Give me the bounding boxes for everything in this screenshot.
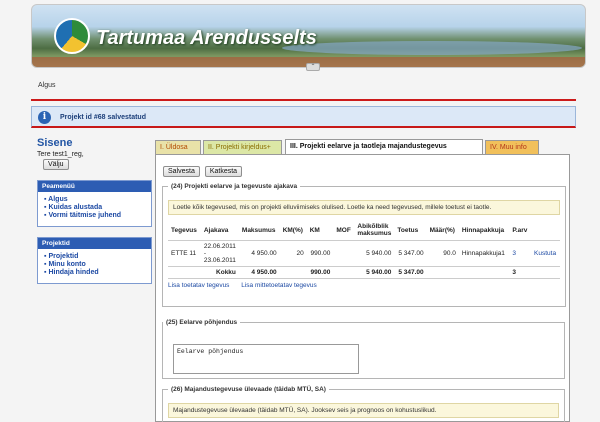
menu-item-algus[interactable]: Algus: [44, 196, 147, 204]
header-collapse-toggle[interactable]: ⌃: [306, 63, 320, 71]
col-ajakava: Ajakava: [200, 220, 239, 241]
header-banner: Tartumaa Arendusselts: [31, 4, 586, 68]
total-maksumus: 4 950.00: [238, 266, 280, 279]
col-maksumus: Maksumus: [238, 220, 280, 241]
economic-note: Majandustegevuse ülevaade (täidab MTÜ, S…: [168, 403, 559, 418]
status-message-text: Projekt id #68 salvestatud: [60, 114, 146, 121]
parv-link[interactable]: 3: [509, 241, 531, 267]
cell-ajakava: 22.06.2011 - 23.06.2011: [203, 243, 236, 264]
logo-icon: [54, 18, 90, 54]
cell-maksumus: 4 950.00: [251, 250, 277, 257]
tab-projekti-kirjeldus[interactable]: II. Projekti kirjeldus+: [203, 140, 282, 154]
col-mof: MOF: [333, 220, 355, 241]
add-supported-activity-link[interactable]: Lisa toetatav tegevus: [168, 282, 229, 289]
menu-item-kuidas-alustada[interactable]: Kuidas alustada: [44, 204, 147, 212]
main-menu-box: Peamenüü Algus Kuidas alustada Vormi täi…: [37, 180, 152, 227]
budget-table: Tegevus Ajakava Maksumus KM(%) KM MOF Ab…: [168, 220, 560, 279]
col-maar: Määr(%): [426, 220, 459, 241]
col-abikolblik: Abikõlblik maksumus: [354, 220, 395, 241]
sidebar: Sisene Tere test1_reg, Välju Peamenüü Al…: [37, 137, 152, 284]
add-unsupported-activity-link[interactable]: Lisa mittetoetatav tegevus: [241, 282, 317, 289]
economic-heading: (26) Majandustegevuse ülevaade (täidab M…: [171, 386, 326, 393]
cell-tegevus: ETTE 11: [171, 250, 197, 257]
col-tegevus: Tegevus: [168, 220, 201, 241]
menu-item-minu-konto[interactable]: Minu konto: [44, 261, 147, 269]
total-km: 990.00: [306, 266, 334, 279]
cell-mof: [333, 241, 354, 267]
col-parv: P.arv: [509, 220, 532, 241]
table-header-row: Tegevus Ajakava Maksumus KM(%) KM MOF Ab…: [168, 220, 560, 241]
tab-uldosa[interactable]: I. Üldosa: [155, 140, 201, 154]
col-toetus: Toetus: [394, 220, 427, 241]
economic-section: (26) Majandustegevuse ülevaade (täidab M…: [162, 386, 565, 422]
cell-maar: 90.0: [443, 250, 456, 257]
cell-km: 990.00: [310, 250, 331, 257]
delete-link[interactable]: Kustuta: [531, 241, 560, 267]
total-parv: 3: [509, 266, 532, 279]
cell-hinnapakkuja: Hinnapakkuja1: [461, 250, 505, 257]
justification-heading: (25) Eelarve põhjendus: [166, 319, 238, 326]
projects-menu-heading: Projektid: [38, 238, 151, 249]
col-km-pct: KM(%): [279, 220, 307, 241]
breadcrumb[interactable]: Algus: [38, 82, 56, 89]
table-row: ETTE 11 22.06.2011 - 23.06.2011 4 950.00…: [168, 241, 560, 267]
greeting-text: Tere test1_reg,: [37, 151, 84, 158]
tab-content: Salvesta Katkesta (24) Projekti eelarve …: [155, 154, 570, 422]
save-button[interactable]: Salvesta: [163, 166, 200, 177]
total-label: Kokku: [200, 266, 239, 279]
logout-button[interactable]: Välju: [43, 159, 69, 170]
total-toetus: 5 347.00: [394, 266, 427, 279]
budget-links: Lisa toetatav tegevus Lisa mittetoetatav…: [168, 282, 560, 289]
col-km: KM: [306, 220, 334, 241]
cancel-button[interactable]: Katkesta: [204, 166, 243, 177]
total-abikolblik: 5 940.00: [354, 266, 395, 279]
form-actions: Salvesta Katkesta: [163, 166, 245, 177]
info-icon: i: [38, 111, 51, 124]
budget-note: Loetle kõik tegevused, mis on projekti e…: [168, 200, 560, 215]
budget-section: (24) Projekti eelarve ja tegevuste ajaka…: [162, 183, 566, 307]
budget-heading: (24) Projekti eelarve ja tegevuste ajaka…: [171, 183, 298, 190]
col-action: [531, 220, 560, 241]
tab-projekti-eelarve[interactable]: III. Projekti eelarve ja taotleja majand…: [285, 139, 483, 155]
menu-item-projektid[interactable]: Projektid: [44, 253, 147, 261]
logo-text: Tartumaa Arendusselts: [96, 27, 317, 49]
status-message-bar: i Projekt id #68 salvestatud: [31, 106, 576, 128]
login-title: Sisene: [37, 137, 73, 149]
cell-km-pct: 20: [296, 250, 304, 257]
total-row: Kokku 4 950.00 990.00 5 940.00 5 347.00 …: [168, 266, 560, 279]
justification-textarea[interactable]: Eelarve põhjendus: [173, 344, 359, 374]
menu-item-juhend[interactable]: Vormi täitmise juhend: [44, 212, 147, 220]
cell-abikolblik: 5 940.00: [366, 250, 392, 257]
justification-section: (25) Eelarve põhjendus Eelarve põhjendus: [162, 319, 565, 379]
cell-toetus: 5 347.00: [398, 250, 424, 257]
red-divider: [31, 99, 576, 101]
menu-item-hindaja-hinded[interactable]: Hindaja hinded: [44, 269, 147, 277]
tab-muu-info[interactable]: IV. Muu info: [485, 140, 539, 154]
banner-lake: [282, 41, 582, 55]
projects-menu-box: Projektid Projektid Minu konto Hindaja h…: [37, 237, 152, 284]
main-menu-heading: Peamenüü: [38, 181, 151, 192]
col-hinnapakkuja: Hinnapakkuja: [458, 220, 510, 241]
